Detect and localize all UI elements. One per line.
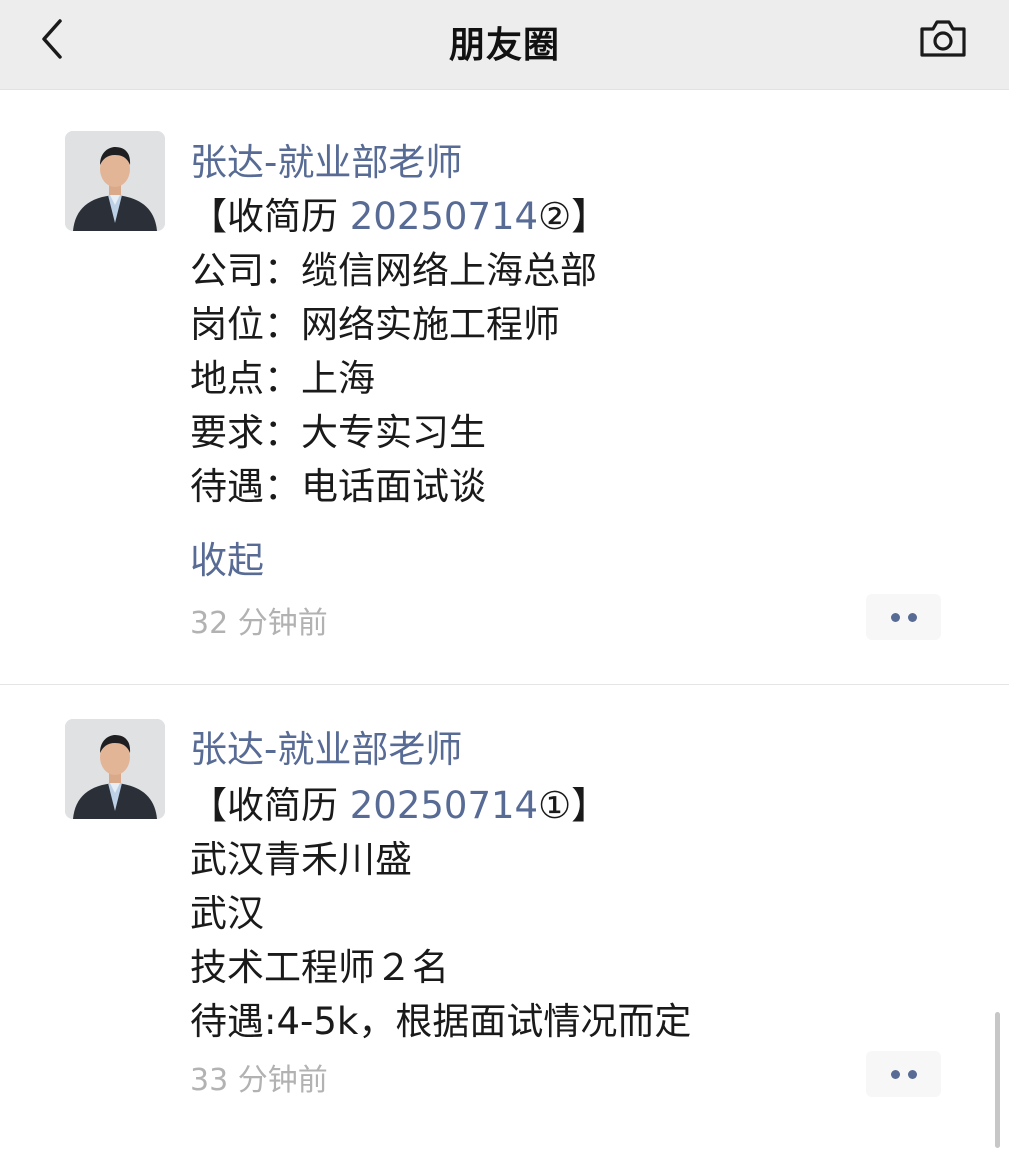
more-actions-button[interactable]: [866, 594, 941, 640]
post-line: 待遇:4-5k，根据面试情况而定: [190, 1000, 692, 1043]
dot-icon: [890, 1069, 900, 1079]
more-actions-button[interactable]: [866, 1051, 941, 1097]
post-text: 【收简历 20250714②】 公司：缆信网络上海总部 岗位：网络实施工程师 地…: [190, 190, 608, 514]
dot-icon: [907, 612, 917, 622]
title-date-number[interactable]: 20250714: [350, 195, 538, 238]
post-line: 要求：大专实习生: [190, 411, 486, 454]
post-line: 公司：缆信网络上海总部: [190, 249, 597, 292]
post-line: 地点：上海: [190, 357, 375, 400]
post-line: 技术工程师２名: [190, 946, 449, 989]
moment-post: 张达-就业部老师 【收简历 20250714①】 武汉青禾川盛 武汉 技术工程师…: [0, 685, 1009, 1149]
camera-icon: [920, 20, 966, 57]
title-prefix: 【收简历: [190, 784, 350, 827]
scrollbar[interactable]: [995, 1012, 1000, 1148]
avatar[interactable]: [65, 719, 165, 819]
title-suffix: ②】: [538, 195, 609, 238]
author-name[interactable]: 张达-就业部老师: [190, 132, 462, 186]
avatar-photo: [65, 131, 165, 231]
page-title: 朋友圈: [448, 25, 560, 66]
avatar-photo: [65, 719, 165, 819]
post-line: 武汉青禾川盛: [190, 838, 412, 881]
title-date-number[interactable]: 20250714: [350, 784, 538, 827]
author-name[interactable]: 张达-就业部老师: [190, 719, 462, 773]
dot-icon: [907, 1069, 917, 1079]
moments-feed: 张达-就业部老师 【收简历 20250714②】 公司：缆信网络上海总部 岗位：…: [0, 96, 1009, 1149]
post-line: 岗位：网络实施工程师: [190, 303, 560, 346]
post-time: 32 分钟前: [190, 606, 328, 641]
dot-icon: [890, 612, 900, 622]
title-prefix: 【收简历: [190, 195, 350, 238]
post-line: 待遇：电话面试谈: [190, 465, 486, 508]
title-suffix: ①】: [538, 784, 609, 827]
post-text: 【收简历 20250714①】 武汉青禾川盛 武汉 技术工程师２名 待遇:4-5…: [190, 779, 691, 1049]
post-line: 武汉: [190, 892, 264, 935]
moment-post: 张达-就业部老师 【收简历 20250714②】 公司：缆信网络上海总部 岗位：…: [0, 96, 1009, 684]
post-line-title: 【收简历 20250714②】: [190, 190, 608, 244]
camera-button[interactable]: [912, 12, 974, 64]
post-time: 33 分钟前: [190, 1063, 328, 1098]
collapse-link[interactable]: 收起: [190, 530, 264, 584]
nav-bar: 朋友圈: [0, 0, 1009, 90]
post-line-title: 【收简历 20250714①】: [190, 779, 691, 833]
avatar[interactable]: [65, 131, 165, 231]
